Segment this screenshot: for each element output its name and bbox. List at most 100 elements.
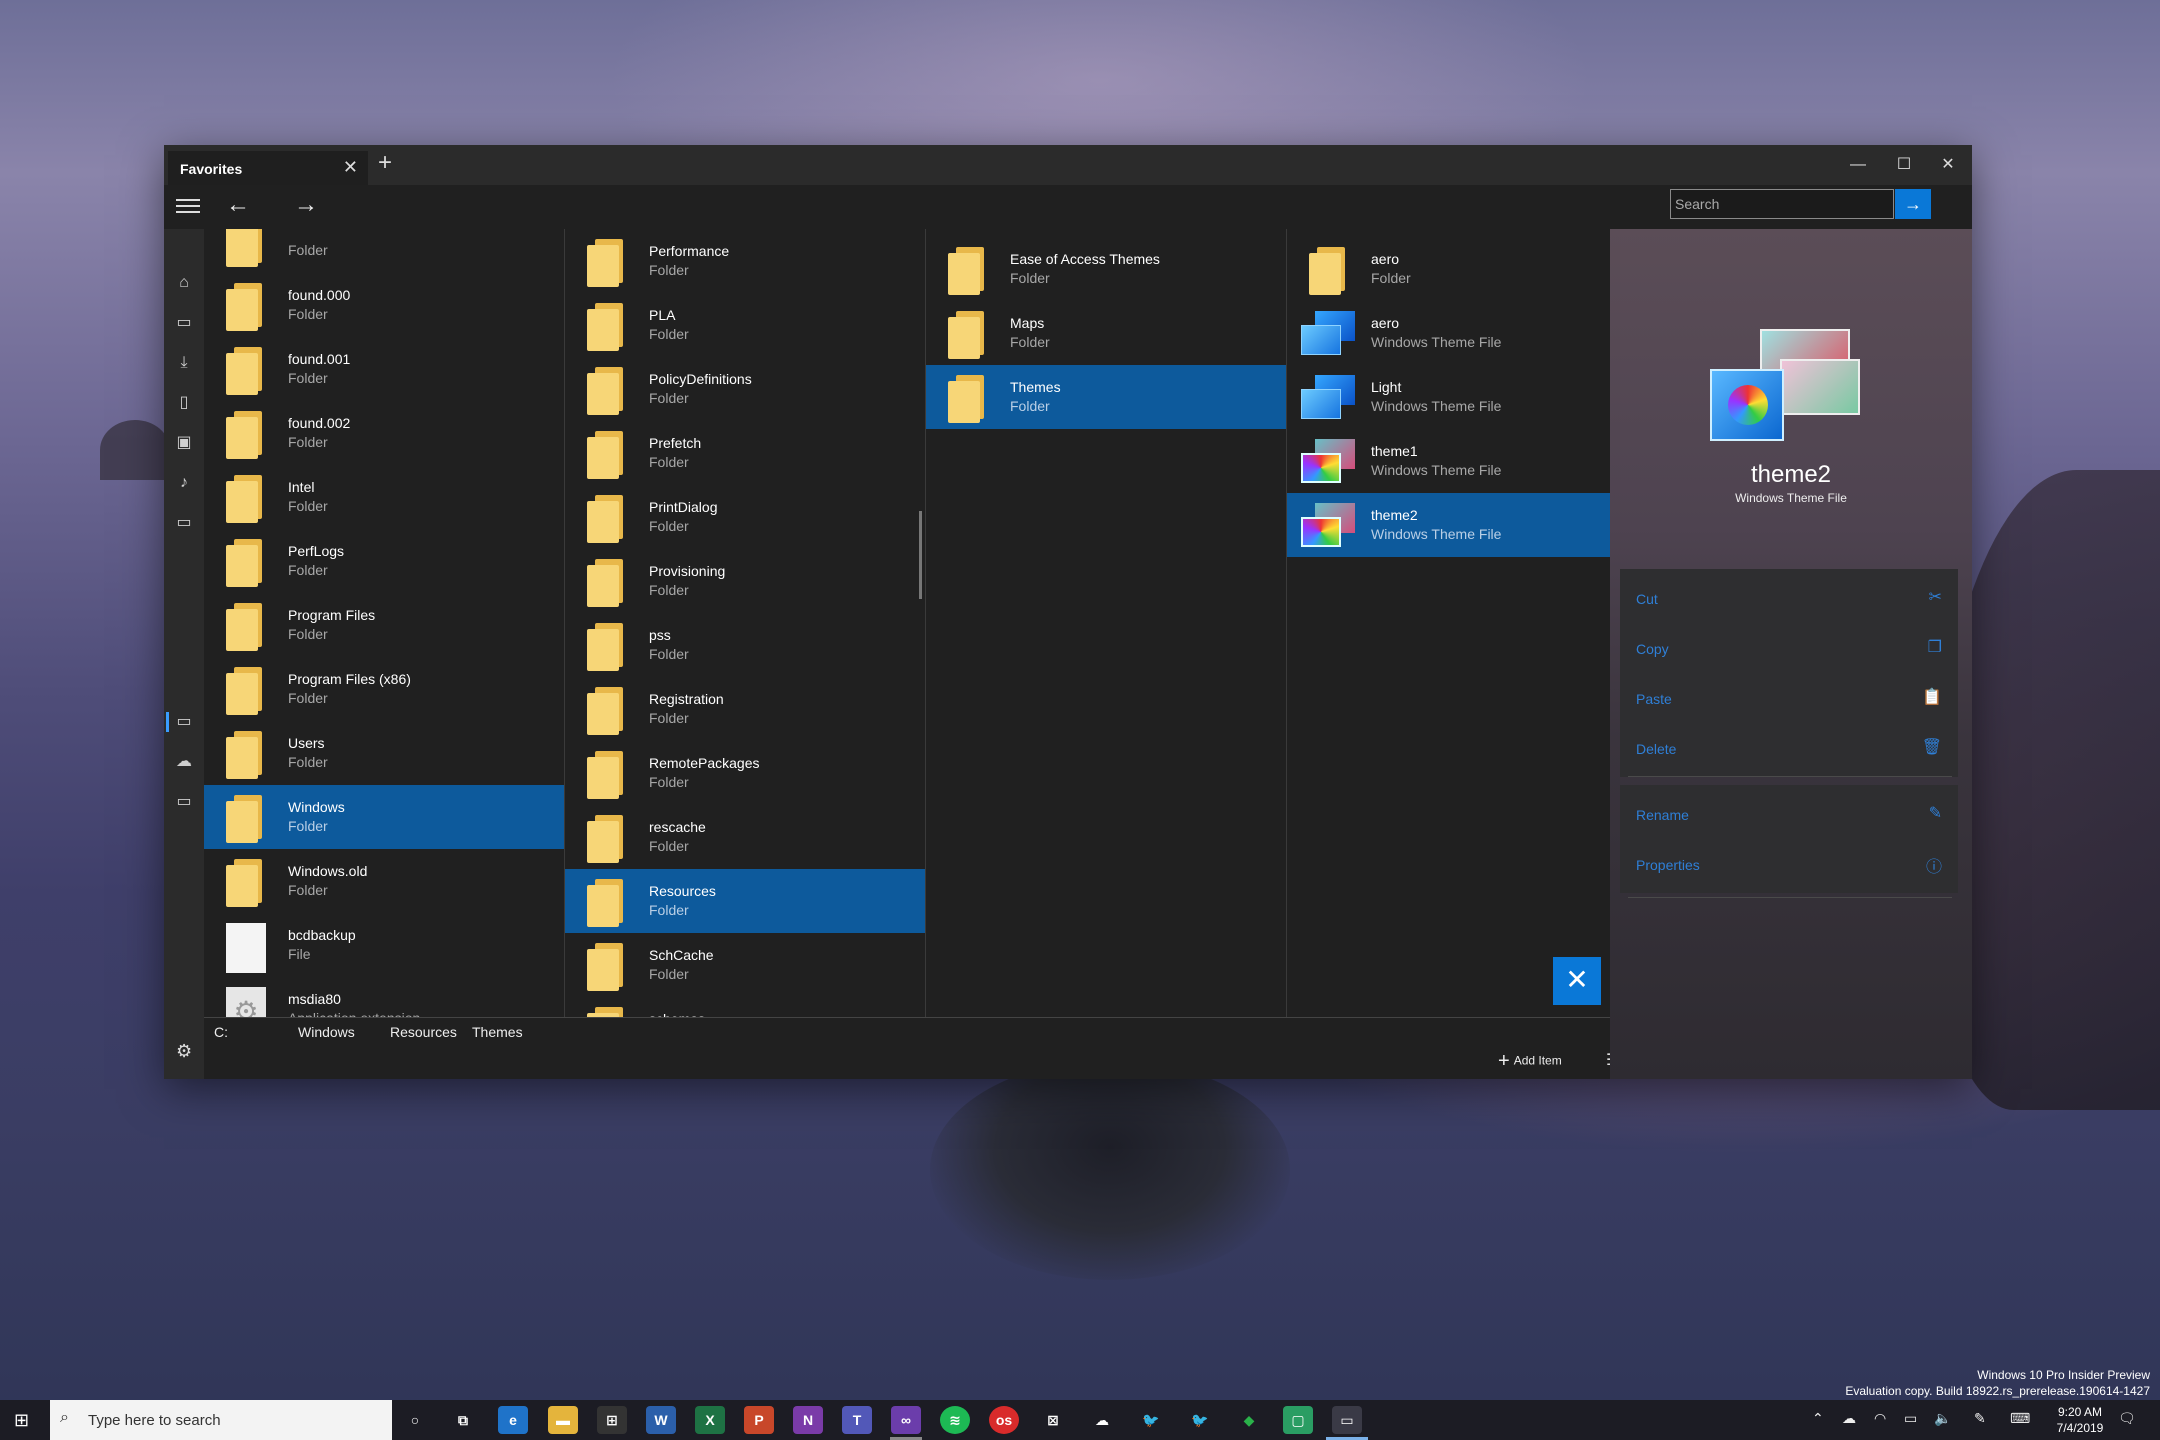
menu-icon[interactable] [176, 195, 200, 217]
column-scrollbar[interactable] [919, 511, 922, 599]
list-item[interactable]: Program Files (x86) Folder [204, 657, 564, 721]
breadcrumb-item[interactable]: Themes [472, 1024, 523, 1040]
forward-button[interactable]: → [294, 191, 318, 219]
minimize-button[interactable]: — [1836, 149, 1880, 181]
start-button[interactable]: ⊞ [14, 1410, 34, 1430]
breadcrumb-item[interactable]: Windows [298, 1024, 355, 1040]
back-button[interactable]: ← [226, 191, 250, 219]
twitter-alt-icon[interactable]: 🐦 [1185, 1406, 1215, 1434]
files-app-taskbar-icon[interactable]: ▭ [1332, 1406, 1362, 1434]
tab-close-icon[interactable]: ✕ [343, 157, 358, 178]
action-label: Paste [1636, 691, 1672, 707]
onedrive-icon[interactable]: ☁ [174, 752, 194, 772]
list-item[interactable]: Ease of Access Themes Folder [926, 237, 1286, 301]
store-icon[interactable]: ⊞ [597, 1406, 627, 1434]
item-name: Intel [288, 479, 315, 495]
list-item[interactable]: Resources Folder [565, 869, 925, 933]
list-item[interactable]: Folder [204, 229, 564, 273]
list-item[interactable]: ⚙ msdia80 Application extension [204, 977, 564, 1017]
list-item[interactable]: pss Folder [565, 613, 925, 677]
list-item[interactable]: Performance Folder [565, 229, 925, 293]
search-go-button[interactable]: → [1895, 189, 1931, 219]
drive-icon[interactable]: ▭ [174, 792, 194, 812]
wifi-icon[interactable]: ◠ [1874, 1410, 1886, 1427]
close-window-button[interactable]: ✕ [1926, 149, 1970, 181]
downloads-icon[interactable]: ⤓ [174, 353, 194, 373]
cortana-icon[interactable]: ○ [400, 1406, 430, 1434]
list-item[interactable]: found.000 Folder [204, 273, 564, 337]
list-item[interactable]: found.002 Folder [204, 401, 564, 465]
teams-icon[interactable]: T [842, 1406, 872, 1434]
clock[interactable]: 9:20 AM 7/4/2019 [2050, 1404, 2110, 1436]
tray-chevron-icon[interactable]: ⌃ [1812, 1410, 1824, 1427]
app-green-icon[interactable]: ▢ [1283, 1406, 1313, 1434]
close-pane-button[interactable]: ✕ [1553, 957, 1601, 1005]
list-item[interactable]: Provisioning Folder [565, 549, 925, 613]
list-item[interactable]: theme2 Windows Theme File [1287, 493, 1610, 557]
edge-icon[interactable]: e [498, 1406, 528, 1434]
powerpoint-icon[interactable]: P [744, 1406, 774, 1434]
app-icon[interactable]: ⊠ [1038, 1406, 1068, 1434]
volume-icon[interactable]: 🔈 [1934, 1410, 1951, 1427]
list-item[interactable]: theme1 Windows Theme File [1287, 429, 1610, 493]
list-item[interactable]: Themes Folder [926, 365, 1286, 429]
drive-c-icon[interactable]: ▭ [174, 712, 194, 732]
list-item[interactable]: Users Folder [204, 721, 564, 785]
list-item[interactable]: Program Files Folder [204, 593, 564, 657]
list-item[interactable]: Registration Folder [565, 677, 925, 741]
status-bar: C: Windows Resources Themes +Add Item ☰ [204, 1017, 1624, 1079]
task-view-icon[interactable]: ⧉ [448, 1406, 478, 1434]
os-app-icon[interactable]: os [989, 1406, 1019, 1434]
taskbar-search[interactable]: ⌕ Type here to search [50, 1400, 392, 1440]
list-item[interactable]: Windows.old Folder [204, 849, 564, 913]
app-diamond-icon[interactable]: ◆ [1234, 1406, 1264, 1434]
list-item[interactable]: Light Windows Theme File [1287, 365, 1610, 429]
maximize-button[interactable]: ☐ [1882, 149, 1926, 181]
list-item[interactable]: PLA Folder [565, 293, 925, 357]
list-item[interactable]: Maps Folder [926, 301, 1286, 365]
documents-icon[interactable]: ▯ [174, 393, 194, 413]
list-item[interactable]: SchCache Folder [565, 933, 925, 997]
list-item[interactable]: PolicyDefinitions Folder [565, 357, 925, 421]
add-item-button[interactable]: + Add Item [1498, 1050, 1562, 1073]
music-icon[interactable]: ♪ [174, 473, 194, 493]
battery-icon[interactable]: ▭ [1904, 1410, 1917, 1427]
excel-icon[interactable]: X [695, 1406, 725, 1434]
file-explorer-icon[interactable]: ▬ [548, 1406, 578, 1434]
breadcrumb-item[interactable]: Resources [390, 1024, 457, 1040]
keyboard-icon[interactable]: ⌨ [2010, 1410, 2030, 1427]
twitter-icon[interactable]: 🐦 [1136, 1406, 1166, 1434]
visual-studio-icon[interactable]: ∞ [891, 1406, 921, 1434]
breadcrumb-item[interactable]: C: [214, 1024, 228, 1040]
pictures-icon[interactable]: ▣ [174, 433, 194, 453]
list-item[interactable]: PrintDialog Folder [565, 485, 925, 549]
list-item[interactable]: bcdbackup File [204, 913, 564, 977]
word-icon[interactable]: W [646, 1406, 676, 1434]
list-item[interactable]: aero Folder [1287, 237, 1610, 301]
folder-icon [587, 495, 623, 543]
home-icon[interactable]: ⌂ [174, 273, 194, 293]
list-item[interactable]: found.001 Folder [204, 337, 564, 401]
tray-onedrive-icon[interactable]: ☁ [1842, 1410, 1856, 1427]
videos-icon[interactable]: ▭ [174, 513, 194, 533]
onenote-icon[interactable]: N [793, 1406, 823, 1434]
list-item[interactable]: PerfLogs Folder [204, 529, 564, 593]
pen-icon[interactable]: ✎ [1974, 1410, 1986, 1427]
list-item[interactable]: aero Windows Theme File [1287, 301, 1610, 365]
spotify-icon[interactable]: ≋ [940, 1406, 970, 1434]
settings-gear-icon[interactable]: ⚙ [176, 1041, 192, 1062]
list-item[interactable]: Windows Folder [204, 785, 564, 849]
search-input[interactable]: Search [1670, 189, 1894, 219]
list-item[interactable]: Prefetch Folder [565, 421, 925, 485]
list-item[interactable]: rescache Folder [565, 805, 925, 869]
notifications-icon[interactable]: 🗨 [2118, 1410, 2136, 1427]
properties-action-button[interactable]: Properties ⓘ [1620, 835, 1958, 893]
list-item[interactable]: RemotePackages Folder [565, 741, 925, 805]
list-item[interactable]: Intel Folder [204, 465, 564, 529]
delete-action-button[interactable]: Delete 🗑 [1620, 719, 1958, 777]
onedrive-taskbar-icon[interactable]: ☁ [1087, 1406, 1117, 1434]
list-item[interactable]: schemas [565, 997, 925, 1017]
desktop-icon[interactable]: ▭ [174, 313, 194, 333]
add-tab-button[interactable]: + [378, 151, 392, 175]
tab-favorites[interactable]: Favorites ✕ [168, 151, 368, 185]
